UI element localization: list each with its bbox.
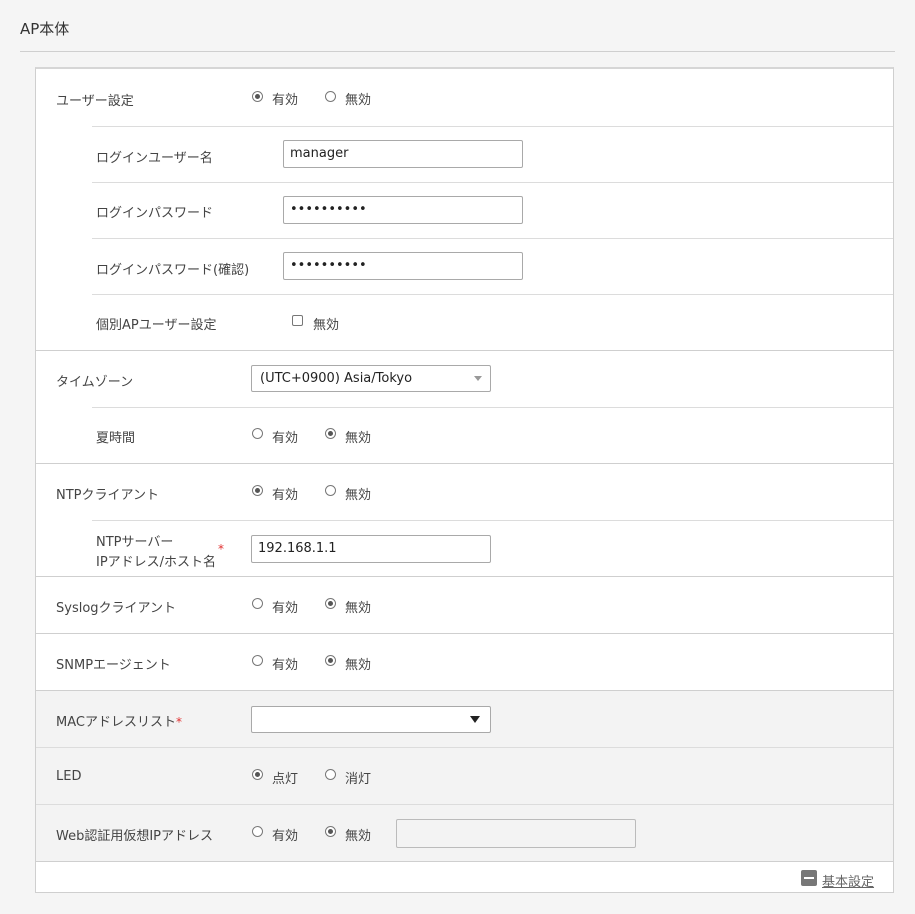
user-settings-enable-radio[interactable] — [252, 91, 263, 102]
led-off-radio[interactable] — [325, 769, 336, 780]
individual-ap-user-checkbox[interactable] — [292, 315, 303, 326]
led-label: LED — [56, 769, 82, 784]
ntp-client-label: NTPクライアント — [56, 488, 159, 503]
timezone-select[interactable]: (UTC+0900) Asia/Tokyo — [251, 365, 491, 392]
minus-square-icon[interactable] — [801, 870, 817, 886]
ntp-disable-radio[interactable] — [325, 485, 336, 496]
login-password-label: ログインパスワード — [96, 206, 214, 221]
web-auth-disable-label[interactable]: 無効 — [345, 825, 371, 844]
settings-panel: ユーザー設定 有効 無効 ログインユーザー名 manager ログインパスワード… — [35, 67, 894, 893]
individual-ap-user-label: 個別APユーザー設定 — [96, 318, 217, 333]
divider — [92, 182, 893, 183]
login-password-input[interactable]: •••••••••• — [283, 196, 523, 224]
individual-ap-user-option[interactable]: 無効 — [313, 314, 339, 333]
login-user-input[interactable]: manager — [283, 140, 523, 168]
led-off-label[interactable]: 消灯 — [345, 768, 371, 787]
snmp-disable-radio[interactable] — [325, 655, 336, 666]
mac-address-list-label-text: MACアドレスリスト — [56, 715, 176, 730]
dst-label: 夏時間 — [96, 431, 136, 446]
section-divider — [36, 633, 893, 634]
ntp-server-label-line2: IPアドレス/ホスト名 — [96, 555, 217, 570]
web-auth-enable-radio[interactable] — [252, 826, 263, 837]
mac-address-list-select[interactable] — [251, 706, 491, 733]
page-title: AP本体 — [20, 20, 70, 38]
title-divider — [20, 51, 895, 52]
divider — [92, 126, 893, 127]
syslog-enable-radio[interactable] — [252, 598, 263, 609]
chevron-down-icon — [474, 376, 482, 381]
ntp-disable-label[interactable]: 無効 — [345, 484, 371, 503]
syslog-disable-radio[interactable] — [325, 598, 336, 609]
dst-enable-radio[interactable] — [252, 428, 263, 439]
section-divider — [36, 350, 893, 351]
section-divider — [36, 861, 893, 862]
web-auth-disable-radio[interactable] — [325, 826, 336, 837]
user-settings-label: ユーザー設定 — [56, 94, 134, 109]
divider — [92, 520, 893, 521]
dst-enable-label[interactable]: 有効 — [272, 427, 298, 446]
timezone-value: (UTC+0900) Asia/Tokyo — [260, 371, 413, 386]
mac-address-list-label: MACアドレスリスト* — [56, 711, 182, 730]
ntp-server-label-line1: NTPサーバー — [96, 535, 174, 550]
divider — [92, 238, 893, 239]
login-password-confirm-input[interactable]: •••••••••• — [283, 252, 523, 280]
dst-disable-label[interactable]: 無効 — [345, 427, 371, 446]
web-auth-enable-label[interactable]: 有効 — [272, 825, 298, 844]
ntp-enable-radio[interactable] — [252, 485, 263, 496]
led-on-label[interactable]: 点灯 — [272, 768, 298, 787]
ntp-enable-label[interactable]: 有効 — [272, 484, 298, 503]
timezone-label: タイムゾーン — [56, 375, 134, 390]
dst-disable-radio[interactable] — [325, 428, 336, 439]
syslog-disable-label[interactable]: 無効 — [345, 597, 371, 616]
syslog-enable-label[interactable]: 有効 — [272, 597, 298, 616]
section-divider — [36, 576, 893, 577]
web-auth-virtual-ip-label: Web認証用仮想IPアドレス — [56, 829, 214, 844]
required-mark: * — [218, 542, 224, 556]
user-settings-enable-label[interactable]: 有効 — [272, 89, 298, 108]
login-user-label: ログインユーザー名 — [96, 151, 213, 166]
section-divider — [36, 747, 893, 748]
user-settings-disable-radio[interactable] — [325, 91, 336, 102]
divider — [92, 407, 893, 408]
web-auth-virtual-ip-input[interactable] — [396, 819, 636, 848]
divider — [92, 294, 893, 295]
section-divider — [36, 463, 893, 464]
login-password-confirm-label: ログインパスワード(確認) — [96, 263, 250, 278]
snmp-disable-label[interactable]: 無効 — [345, 654, 371, 673]
basic-settings-link[interactable]: 基本設定 — [822, 871, 874, 890]
required-mark: * — [175, 715, 182, 729]
snmp-enable-label[interactable]: 有効 — [272, 654, 298, 673]
snmp-enable-radio[interactable] — [252, 655, 263, 666]
snmp-agent-label: SNMPエージェント — [56, 658, 171, 673]
chevron-down-icon — [470, 716, 480, 723]
section-divider — [36, 804, 893, 805]
user-settings-disable-label[interactable]: 無効 — [345, 89, 371, 108]
led-on-radio[interactable] — [252, 769, 263, 780]
ntp-server-input[interactable]: 192.168.1.1 — [251, 535, 491, 563]
syslog-client-label: Syslogクライアント — [56, 601, 177, 616]
